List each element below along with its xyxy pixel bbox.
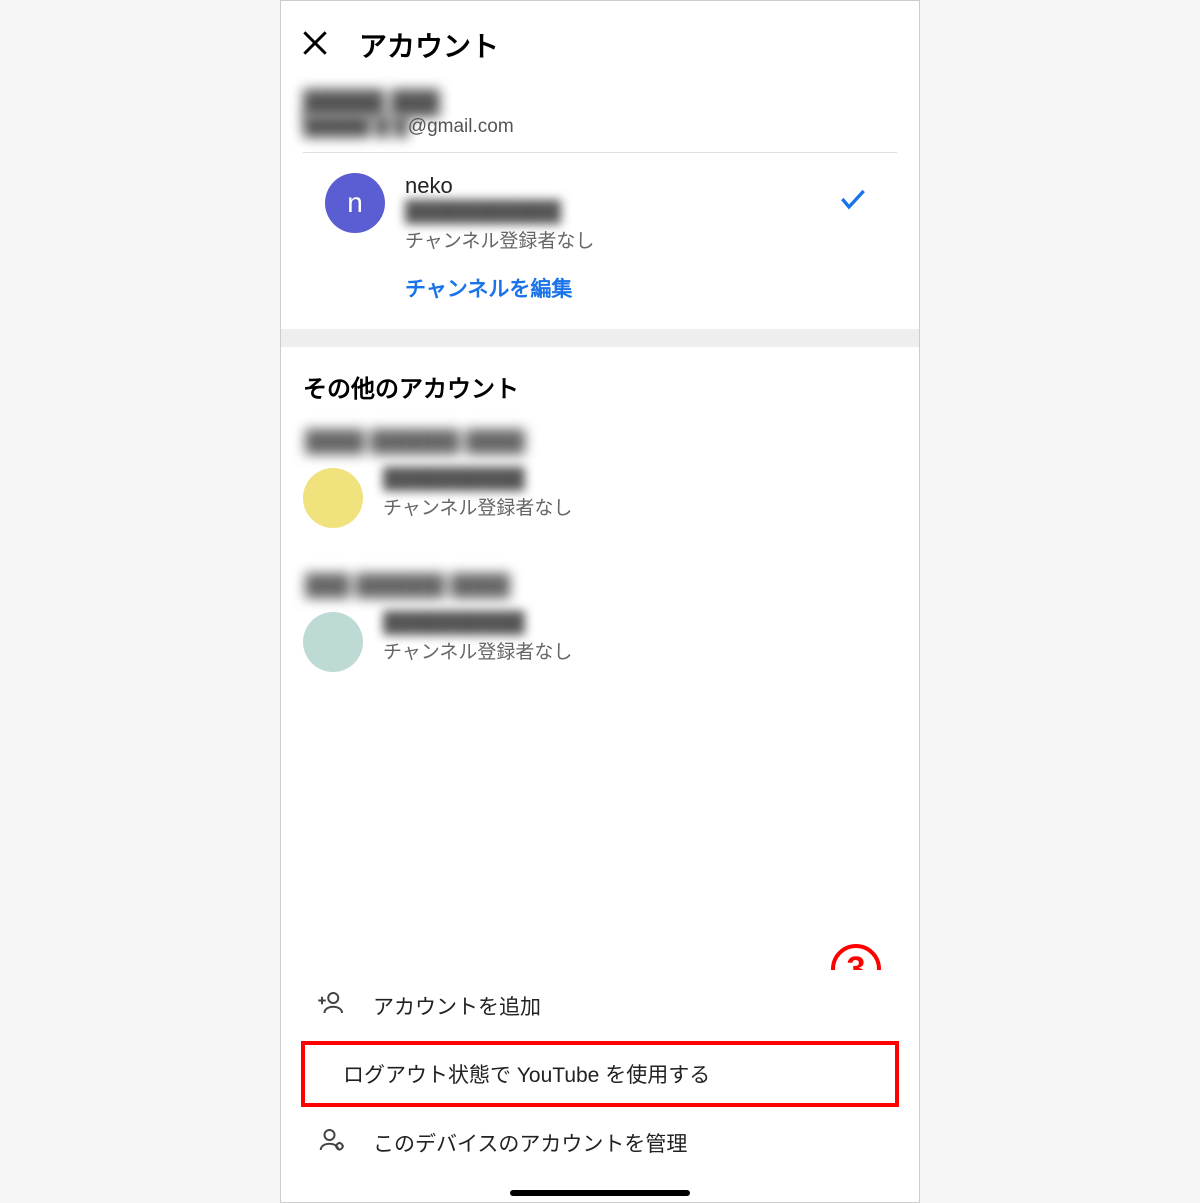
user-gear-icon bbox=[317, 1125, 347, 1160]
other-channel-row: ██████████ チャンネル登録者なし bbox=[303, 468, 897, 552]
other-accounts-title: その他のアカウント bbox=[281, 347, 919, 422]
other-account-email: ███ ██████ ████ bbox=[305, 574, 897, 598]
account-name: █████ ███ bbox=[303, 89, 897, 116]
avatar: n bbox=[325, 173, 385, 233]
channel-handle: ███████████ bbox=[405, 201, 875, 224]
channel-subscribers: チャンネル登録者なし bbox=[405, 226, 875, 253]
selected-channel-row[interactable]: n neko ███████████ チャンネル登録者なし bbox=[303, 153, 897, 253]
add-account-button[interactable]: アカウントを追加 bbox=[281, 970, 919, 1041]
avatar bbox=[303, 468, 363, 528]
edit-channel-link[interactable]: チャンネルを編集 bbox=[303, 253, 897, 325]
current-account-section: █████ ███ █████ █ █ @gmail.com n neko ██… bbox=[281, 89, 919, 329]
use-logged-out-button[interactable]: ログアウト状態で YouTube を使用する bbox=[301, 1041, 899, 1107]
channel-info: ██████████ チャンネル登録者なし bbox=[383, 612, 897, 672]
section-divider bbox=[281, 329, 919, 347]
channel-info: neko ███████████ チャンネル登録者なし bbox=[405, 173, 875, 253]
checkmark-icon bbox=[837, 183, 869, 220]
action-label: アカウントを追加 bbox=[373, 991, 541, 1021]
other-account-item[interactable]: ███ ██████ ████ ██████████ チャンネル登録者なし bbox=[281, 566, 919, 696]
other-account-item[interactable]: ████ ██████ ████ ██████████ チャンネル登録者なし bbox=[281, 422, 919, 552]
email-prefix: █████ █ █ bbox=[303, 116, 408, 138]
close-icon[interactable] bbox=[299, 27, 331, 64]
channel-info: ██████████ チャンネル登録者なし bbox=[383, 468, 897, 528]
home-indicator[interactable] bbox=[510, 1190, 690, 1196]
bottom-actions: アカウントを追加 ログアウト状態で YouTube を使用する bbox=[281, 970, 919, 1202]
action-label: ログアウト状態で YouTube を使用する bbox=[343, 1059, 710, 1089]
account-screen: アカウント █████ ███ █████ █ █ @gmail.com n n… bbox=[280, 0, 920, 1203]
channel-name: neko bbox=[405, 173, 875, 199]
manage-accounts-button[interactable]: このデバイスのアカウントを管理 bbox=[281, 1107, 919, 1178]
action-label: このデバイスのアカウントを管理 bbox=[373, 1128, 687, 1158]
other-channel-row: ██████████ チャンネル登録者なし bbox=[303, 612, 897, 696]
header: アカウント bbox=[281, 1, 919, 89]
add-user-icon bbox=[317, 988, 347, 1023]
other-channel-name: ██████████ bbox=[383, 612, 897, 635]
email-suffix: @gmail.com bbox=[408, 116, 514, 138]
account-email: █████ █ █ @gmail.com bbox=[303, 116, 897, 138]
avatar bbox=[303, 612, 363, 672]
avatar-letter: n bbox=[347, 187, 363, 219]
other-channel-subscribers: チャンネル登録者なし bbox=[383, 637, 897, 664]
other-channel-subscribers: チャンネル登録者なし bbox=[383, 493, 897, 520]
other-channel-name: ██████████ bbox=[383, 468, 897, 491]
other-account-email: ████ ██████ ████ bbox=[305, 430, 897, 454]
page-title: アカウント bbox=[359, 25, 499, 65]
